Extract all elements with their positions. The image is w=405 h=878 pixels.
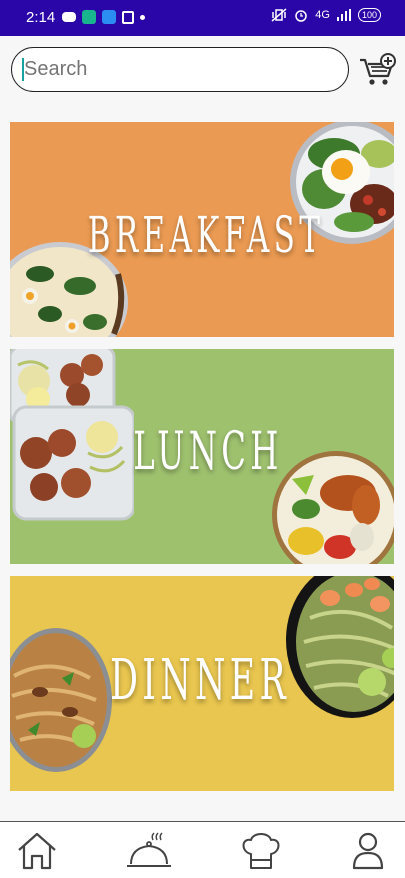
chef-hat-icon[interactable] <box>239 830 283 872</box>
network-type: 4G <box>315 9 330 21</box>
vibrate-icon <box>271 8 287 22</box>
signal-icon <box>336 9 351 21</box>
twitch-icon <box>122 10 134 24</box>
discord-icon <box>62 12 76 22</box>
bottom-nav <box>0 821 405 878</box>
alarm-icon <box>295 10 308 22</box>
cloche-icon[interactable] <box>125 830 173 872</box>
home-icon[interactable] <box>15 830 59 872</box>
status-bar: 2:14 4G 100 <box>0 0 405 36</box>
dinner-card[interactable]: DINNER <box>10 576 394 791</box>
system-icons: 4G 100 <box>271 8 381 22</box>
text-cursor <box>22 58 24 81</box>
add-to-cart-icon[interactable] <box>358 52 396 88</box>
search-input[interactable] <box>11 47 349 92</box>
more-notifications-icon <box>140 14 145 20</box>
breakfast-card[interactable]: BREAKFAST <box>10 122 394 337</box>
breakfast-title: BREAKFAST <box>87 206 325 264</box>
user-icon[interactable] <box>346 830 390 872</box>
status-time: 2:14 <box>26 9 56 26</box>
dinner-title: DINNER <box>110 648 290 713</box>
app-icon <box>82 10 96 24</box>
notification-icons <box>62 10 145 24</box>
vpn-icon <box>102 10 116 24</box>
battery-level: 100 <box>357 8 381 22</box>
lunch-card[interactable]: LUNCH <box>10 349 394 564</box>
lunch-title: LUNCH <box>133 422 283 482</box>
